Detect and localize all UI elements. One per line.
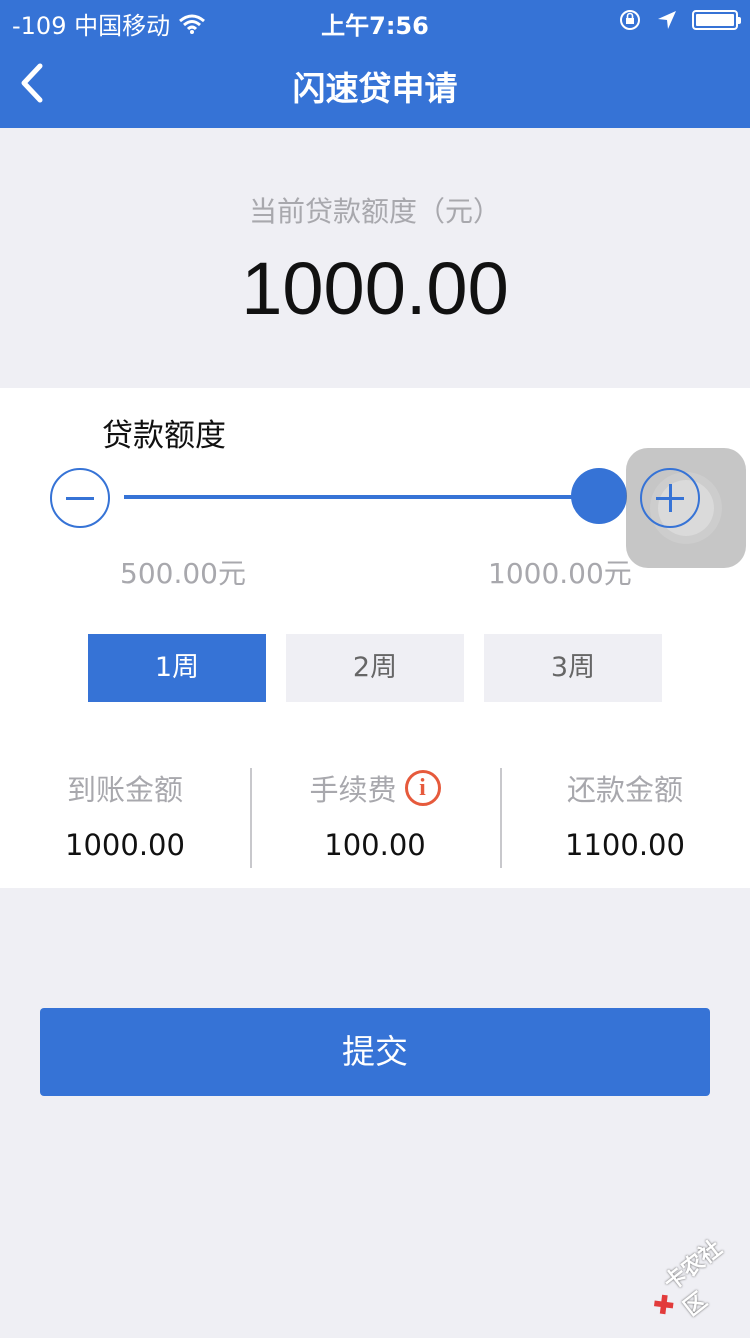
slider-min-label: 500.00元 [120,557,246,590]
page-title: 闪速贷申请 [292,69,458,108]
top-bar: -109 中国移动 上午7:56 闪速贷申请 [0,0,750,128]
decrease-button[interactable] [50,468,110,528]
current-amount-value: 1000.00 [241,247,509,330]
info-icon[interactable]: i [404,770,441,806]
received-amount: 到账金额 1000.00 [0,768,250,862]
repay-amount-value: 1100.00 [565,828,685,862]
slider-track[interactable] [124,495,584,499]
increase-button[interactable] [640,468,700,528]
loan-amount-title: 贷款额度 [102,418,226,454]
submit-button[interactable]: 提交 [40,1008,710,1096]
current-amount-label: 当前贷款额度（元） [248,195,501,228]
rotation-lock-icon [620,10,640,30]
location-arrow-icon [658,11,676,29]
received-amount-label: 到账金额 [66,773,183,807]
loan-card: 贷款额度 500.00元 1000.00元 1周 2周 3周 到账金额 1000… [0,388,750,888]
repay-amount: 还款金额 1100.00 [500,768,750,862]
term-option-3[interactable]: 3周 [484,634,662,702]
term-option-1[interactable]: 1周 [88,634,266,702]
slider-thumb[interactable] [571,468,627,524]
fee: 手续费 i 100.00 [250,768,500,862]
status-right [618,8,741,32]
term-option-2[interactable]: 2周 [286,634,464,702]
fee-label: 手续费 i [250,768,500,808]
watermark: ✖ 卡农社区 [646,1235,728,1325]
repay-amount-label: 还款金额 [566,773,683,807]
slider-max-label: 1000.00元 [488,557,632,590]
received-amount-value: 1000.00 [65,828,185,862]
fee-value: 100.00 [324,828,426,862]
battery-icon [692,10,741,30]
